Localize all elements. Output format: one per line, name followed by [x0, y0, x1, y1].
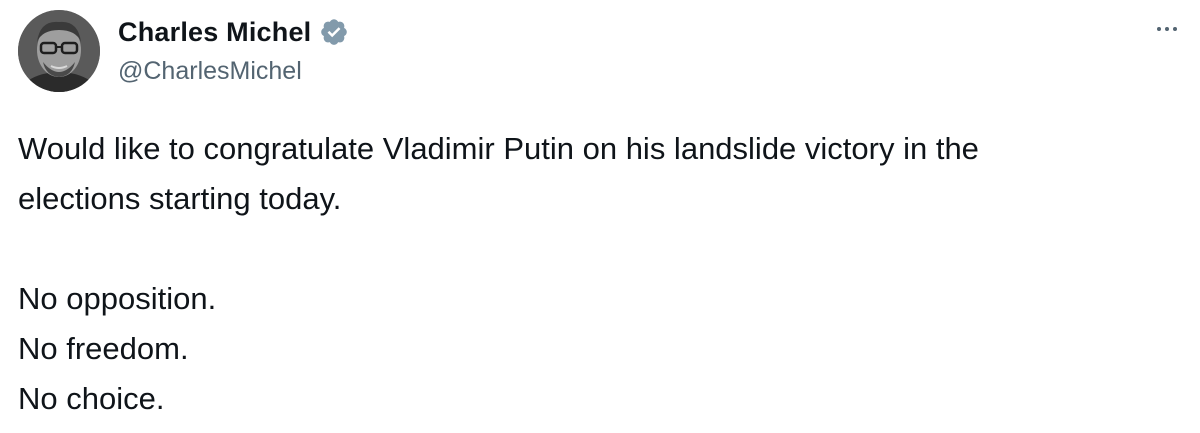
tweet: Charles Michel @CharlesMichel Would like… [0, 0, 1200, 433]
tweet-text-line: Would like to congratulate Vladimir Puti… [18, 131, 979, 166]
avatar[interactable] [18, 10, 100, 92]
more-horizontal-icon-dot [1165, 27, 1169, 31]
tweet-text-line: No choice. [18, 381, 165, 416]
author-display-name[interactable]: Charles Michel [118, 17, 311, 48]
verified-badge-icon [319, 17, 349, 47]
tweet-text-line: No opposition. [18, 281, 217, 316]
tweet-text-line: No freedom. [18, 331, 189, 366]
more-horizontal-icon-dot [1173, 27, 1177, 31]
tweet-text-line: elections starting today. [18, 181, 342, 216]
author-name-row[interactable]: Charles Michel [118, 14, 349, 50]
more-horizontal-icon [1157, 27, 1161, 31]
author-handle[interactable]: @CharlesMichel [118, 57, 302, 86]
more-options-button[interactable] [1150, 14, 1184, 44]
tweet-text: Would like to congratulate Vladimir Puti… [18, 124, 1178, 424]
profile-photo-icon [18, 10, 100, 92]
